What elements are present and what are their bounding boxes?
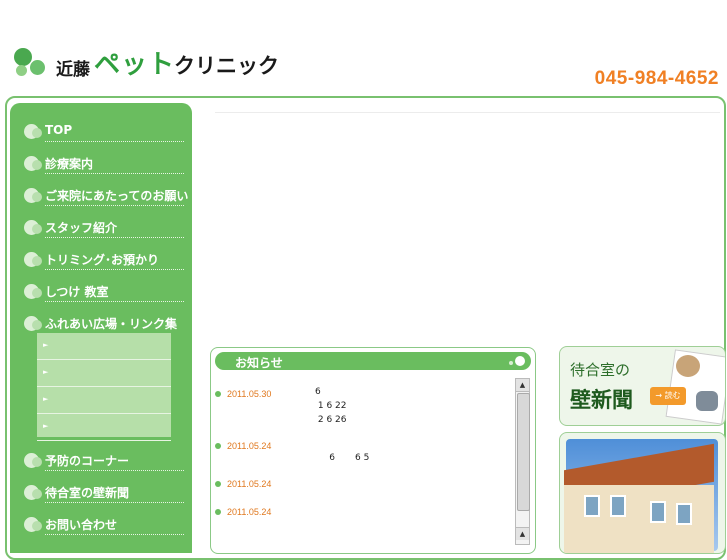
divider bbox=[45, 269, 184, 270]
news-scrollbar[interactable]: ▲ ▲ bbox=[515, 378, 530, 545]
nav-label: TOP bbox=[45, 123, 73, 137]
divider bbox=[45, 301, 184, 302]
news-date: 2011.05.24 bbox=[227, 479, 272, 489]
news-body: 6 1 6 22 2 6 26 bbox=[315, 387, 347, 425]
news-title: お知らせ bbox=[235, 356, 283, 370]
bullet-icon bbox=[215, 481, 221, 487]
subnav-item[interactable]: ► bbox=[37, 414, 171, 441]
news-date: 2011.05.24 bbox=[227, 507, 272, 517]
arrow-right-icon: ► bbox=[43, 341, 49, 349]
divider bbox=[45, 502, 184, 503]
arrow-right-icon: ► bbox=[43, 422, 49, 430]
window bbox=[650, 501, 666, 523]
scroll-thumb[interactable] bbox=[517, 393, 530, 511]
bullet-icon bbox=[215, 391, 221, 397]
clinic-building-photo bbox=[559, 432, 726, 554]
bullet-icon bbox=[32, 489, 42, 499]
banner-line2: 壁新聞 bbox=[570, 388, 633, 412]
divider bbox=[45, 470, 184, 471]
window bbox=[610, 495, 626, 517]
bullet-icon bbox=[32, 192, 42, 202]
nav-label: スタッフ紹介 bbox=[45, 221, 118, 235]
nav-label: ふれあい広場・リンク集 bbox=[45, 317, 178, 331]
divider bbox=[45, 534, 184, 535]
cat-icon bbox=[696, 391, 718, 411]
news-date: 2011.05.30 bbox=[227, 389, 272, 399]
nav-label: トリミング･お預かり bbox=[45, 253, 160, 267]
nav-item-prevention[interactable]: 予防のコーナー bbox=[24, 447, 184, 475]
scroll-down-button[interactable]: ▲ bbox=[516, 527, 529, 540]
bullet-icon bbox=[32, 521, 42, 531]
divider bbox=[45, 237, 184, 238]
nav-item-trimming[interactable]: トリミング･お預かり bbox=[24, 246, 184, 274]
bullet-icon bbox=[32, 224, 42, 234]
bullet-icon bbox=[32, 128, 42, 138]
subnav-item[interactable]: ► bbox=[37, 387, 171, 414]
bullet-icon bbox=[32, 288, 42, 298]
window bbox=[584, 495, 600, 517]
scroll-up-button[interactable]: ▲ bbox=[516, 379, 529, 392]
news-body: 6 6 5 bbox=[329, 453, 370, 463]
phone-number: 045-984-4652 bbox=[594, 68, 719, 89]
bullet-icon bbox=[32, 160, 42, 170]
read-button[interactable]: → 読む bbox=[650, 387, 686, 405]
divider bbox=[215, 112, 720, 113]
arrow-right-icon: ► bbox=[43, 368, 49, 376]
logo-pet-text: ペット bbox=[94, 50, 176, 80]
logo-clinic-text: クリニック bbox=[174, 54, 279, 78]
nav-item-training[interactable]: しつけ 教室 bbox=[24, 278, 184, 306]
dog-icon bbox=[676, 355, 700, 377]
logo-dot-icon bbox=[30, 60, 45, 75]
nav-label: 待合室の壁新聞 bbox=[45, 486, 130, 500]
sidebar: TOP 診療案内 ご来院にあたってのお願い スタッフ紹介 トリミング･お預かり … bbox=[10, 103, 192, 553]
bullet-icon bbox=[32, 457, 42, 467]
divider bbox=[45, 173, 184, 174]
nav-item-wall-newspaper[interactable]: 待合室の壁新聞 bbox=[24, 479, 184, 507]
logo-dot-icon bbox=[14, 48, 32, 66]
nav-label: しつけ 教室 bbox=[45, 285, 109, 299]
nav-label: お問い合わせ bbox=[45, 518, 118, 532]
nav-item-services[interactable]: 診療案内 bbox=[24, 150, 184, 178]
logo-dot-icon bbox=[16, 65, 27, 76]
divider bbox=[45, 205, 184, 206]
bullet-icon bbox=[32, 256, 42, 266]
subnav-item[interactable]: ► bbox=[37, 333, 171, 360]
news-panel: お知らせ 2011.05.30 6 1 6 22 2 6 26 2011.05.… bbox=[210, 347, 536, 554]
wall-newspaper-banner[interactable]: 待合室の 壁新聞 → 読む bbox=[559, 346, 726, 426]
arrow-right-icon: ► bbox=[43, 395, 49, 403]
bullet-icon bbox=[215, 509, 221, 515]
subnav-item[interactable]: ► bbox=[37, 360, 171, 387]
news-header: お知らせ bbox=[215, 352, 531, 370]
nav-item-top[interactable]: TOP bbox=[24, 118, 184, 146]
logo-kanji: 近藤 bbox=[56, 60, 90, 80]
nav-label: ご来院にあたってのお願い bbox=[45, 189, 189, 203]
dot-icon bbox=[515, 356, 525, 366]
window bbox=[676, 503, 692, 525]
nav-item-contact[interactable]: お問い合わせ bbox=[24, 511, 184, 539]
divider bbox=[45, 141, 184, 142]
banner-line1: 待合室の bbox=[570, 361, 631, 379]
bullet-icon bbox=[215, 443, 221, 449]
nav-item-staff[interactable]: スタッフ紹介 bbox=[24, 214, 184, 242]
news-date: 2011.05.24 bbox=[227, 441, 272, 451]
dot-icon bbox=[509, 361, 513, 365]
bullet-icon bbox=[32, 320, 42, 330]
nav-item-visit-requests[interactable]: ご来院にあたってのお願い bbox=[24, 182, 188, 210]
subnav-links: ► ► ► ► bbox=[37, 333, 171, 441]
nav-label: 予防のコーナー bbox=[45, 454, 130, 468]
nav-label: 診療案内 bbox=[45, 157, 94, 171]
